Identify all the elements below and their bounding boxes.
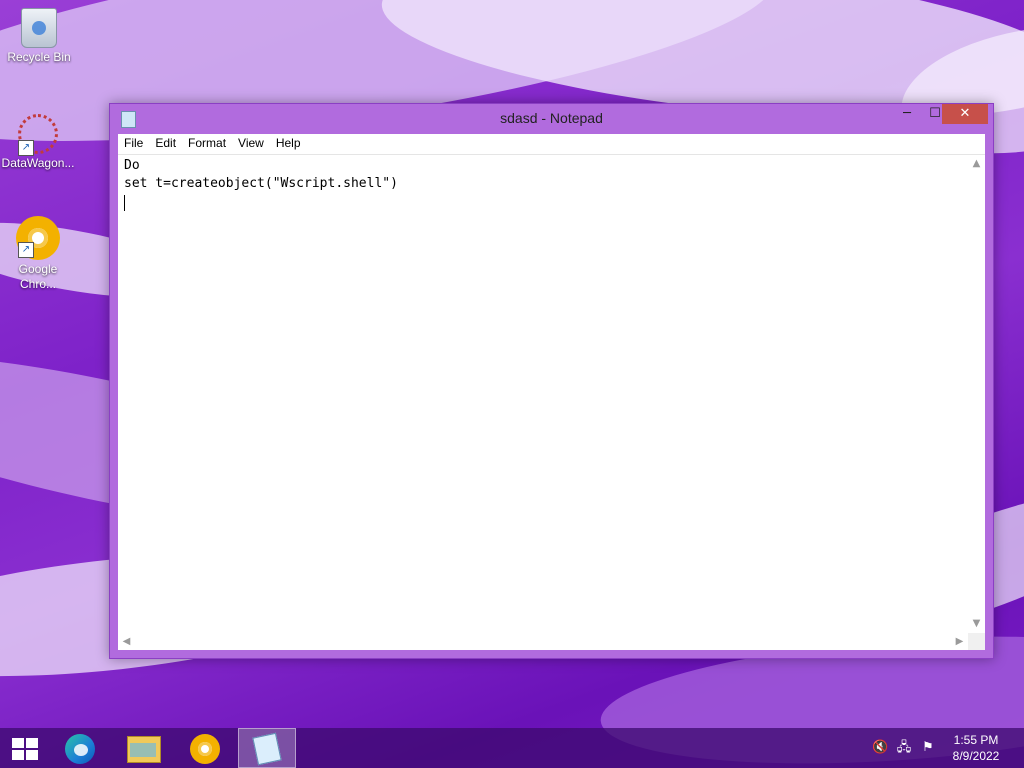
recycle-bin-icon xyxy=(19,8,59,48)
scroll-left-icon[interactable]: ◀ xyxy=(118,633,135,650)
start-button[interactable] xyxy=(0,728,54,768)
notepad-window[interactable]: sdasd - Notepad ─ ☐ ✕ File Edit Format V… xyxy=(109,103,994,659)
menu-view[interactable]: View xyxy=(232,134,270,154)
clock-time: 1:55 PM xyxy=(953,733,999,747)
window-title: sdasd - Notepad xyxy=(500,110,603,126)
edge-icon xyxy=(65,734,95,764)
clock-date: 8/9/2022 xyxy=(952,749,1000,763)
title-bar[interactable]: sdasd - Notepad ─ ☐ ✕ xyxy=(110,104,993,134)
menu-file[interactable]: File xyxy=(118,134,149,154)
action-center-flag-icon[interactable]: ⚑ xyxy=(920,740,936,756)
clock[interactable]: 1:55 PM 8/9/2022 xyxy=(946,732,1006,764)
menu-help[interactable]: Help xyxy=(270,134,307,154)
chrome-icon: ↗ xyxy=(16,216,60,260)
taskbar-chrome-button[interactable] xyxy=(178,728,232,768)
taskbar-notepad-button[interactable] xyxy=(238,728,296,768)
chrome-icon xyxy=(190,734,220,764)
scroll-right-icon[interactable]: ▶ xyxy=(951,633,968,650)
horizontal-scrollbar[interactable]: ◀ ▶ xyxy=(118,633,968,650)
scroll-down-icon[interactable]: ▼ xyxy=(968,615,985,632)
text-editor[interactable]: Do set t=createobject("Wscript.shell") xyxy=(118,155,968,632)
shortcut-arrow-icon: ↗ xyxy=(18,242,34,258)
datawagon-icon: ↗ xyxy=(18,114,58,156)
shortcut-arrow-icon: ↗ xyxy=(18,140,34,156)
text-caret xyxy=(124,195,125,211)
desktop-icon-label: Recycle Bin xyxy=(7,50,71,64)
desktop-icon-label: Google Chro... xyxy=(18,262,58,291)
desktop-icon-recycle-bin[interactable]: Recycle Bin xyxy=(1,8,77,65)
desktop-icon-label: DataWagon... xyxy=(1,156,75,170)
notepad-icon xyxy=(252,732,282,766)
windows-logo-icon xyxy=(12,738,38,760)
text-line: set t=createobject("Wscript.shell") xyxy=(124,176,398,191)
volume-muted-icon[interactable]: 🔇 xyxy=(872,740,888,756)
scroll-up-icon[interactable]: ▲ xyxy=(968,155,985,172)
desktop-icon-datawagon[interactable]: ↗ DataWagon... xyxy=(0,114,76,171)
resize-grip[interactable] xyxy=(968,633,985,650)
file-explorer-icon xyxy=(127,736,161,763)
taskbar-file-explorer-button[interactable] xyxy=(116,728,170,768)
menu-edit[interactable]: Edit xyxy=(149,134,182,154)
desktop-icon-google-chrome[interactable]: ↗ Google Chro... xyxy=(0,216,76,292)
close-button[interactable]: ✕ xyxy=(942,104,988,124)
menu-bar: File Edit Format View Help xyxy=(118,134,985,155)
network-icon[interactable]: 🖧 xyxy=(896,740,912,756)
text-line: Do xyxy=(124,158,140,173)
menu-format[interactable]: Format xyxy=(182,134,232,154)
taskbar-edge-button[interactable] xyxy=(54,728,108,768)
minimize-button[interactable]: ─ xyxy=(894,104,920,124)
vertical-scrollbar[interactable]: ▲ ▼ xyxy=(968,155,985,632)
client-area: File Edit Format View Help Do set t=crea… xyxy=(118,134,985,650)
taskbar: 🔇 🖧 ⚑ 1:55 PM 8/9/2022 xyxy=(0,728,1024,768)
